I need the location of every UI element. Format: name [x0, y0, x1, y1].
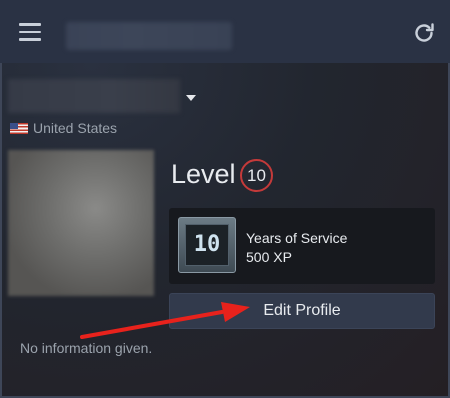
hamburger-icon[interactable] [19, 23, 41, 41]
level-label: Level [171, 159, 236, 189]
badge-icon-number: 10 [185, 224, 229, 266]
country-label: United States [33, 120, 118, 136]
profile-panel: United States Level 10 10 Years of Servi… [0, 63, 450, 398]
profile-summary: No information given. [20, 340, 153, 356]
edit-profile-button[interactable]: Edit Profile [169, 293, 435, 329]
refresh-icon[interactable] [412, 21, 436, 45]
chevron-down-icon[interactable] [186, 95, 196, 101]
featured-badge-card[interactable]: 10 Years of Service 500 XP [169, 208, 435, 284]
badge-xp: 500 XP [246, 249, 292, 265]
top-bar [0, 0, 450, 63]
blurred-title [66, 22, 232, 50]
avatar [8, 150, 154, 296]
country-row: United States [10, 120, 117, 136]
years-of-service-badge-icon: 10 [178, 217, 236, 273]
badge-name: Years of Service [246, 230, 348, 246]
us-flag-icon [10, 122, 28, 134]
blurred-username [8, 79, 180, 113]
level-badge: 10 [240, 159, 273, 192]
